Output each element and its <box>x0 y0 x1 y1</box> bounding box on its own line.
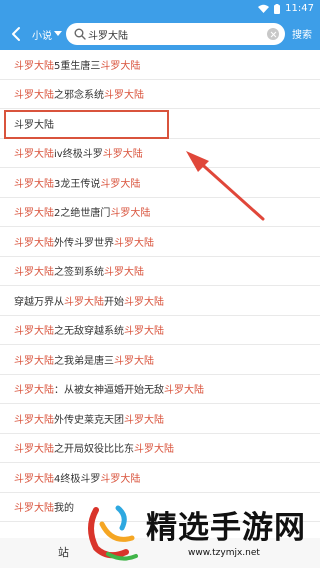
watermark-logo-icon <box>88 505 138 561</box>
watermark-url: www.tzymjx.net <box>188 548 260 558</box>
bottom-text: 站 <box>58 546 69 559</box>
annotation-arrow-icon <box>186 151 265 221</box>
watermark-title: 精选手游网 <box>146 510 306 546</box>
watermark: 精选手游网 www.tzymjx.net <box>80 496 320 568</box>
